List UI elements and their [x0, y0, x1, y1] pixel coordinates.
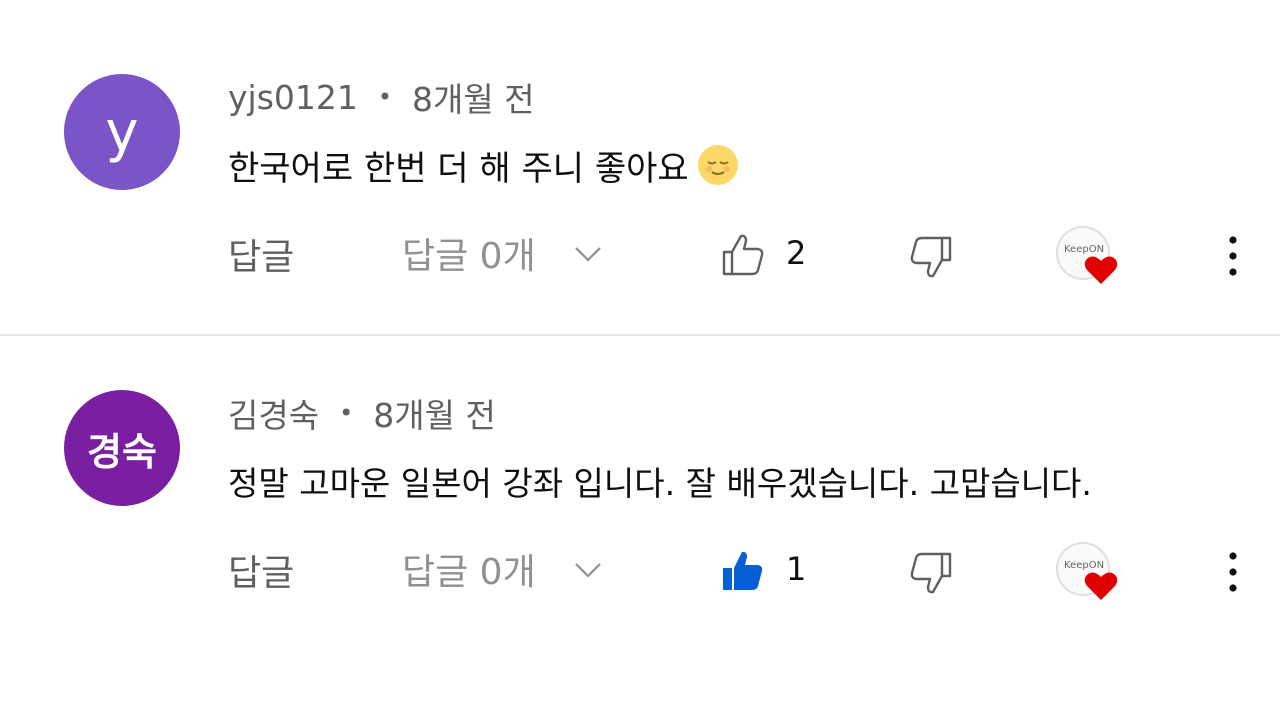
- reply-button[interactable]: 답글: [228, 544, 294, 596]
- dislike-button-thumbs-down-icon[interactable]: [906, 548, 956, 598]
- chevron-down-icon: [574, 563, 601, 578]
- comment-actions: 답글 답글 0개 1 KeepON: [0, 536, 1280, 602]
- like-button-thumbs-up-filled-icon[interactable]: [718, 546, 768, 596]
- comment-text: 한국어로 한번 더 해 주니 좋아요: [228, 140, 739, 190]
- replies-toggle[interactable]: 답글 0개: [402, 220, 604, 286]
- avatar-letter: 경숙: [87, 429, 157, 474]
- separator-dot: •: [339, 399, 354, 427]
- creator-heart-badge: KeepON: [1056, 226, 1122, 292]
- comment-body: 한국어로 한번 더 해 주니 좋아요: [228, 148, 689, 189]
- comment-header: yjs0121 • 8개월 전: [228, 74, 535, 120]
- more-options-icon[interactable]: [1218, 234, 1248, 278]
- author-name[interactable]: yjs0121: [228, 78, 358, 117]
- like-count: 2: [786, 234, 807, 272]
- relieved-face-emoji-icon: [697, 145, 738, 185]
- chevron-down-icon: [574, 247, 601, 262]
- author-name[interactable]: 김경숙: [228, 389, 319, 437]
- dislike-button-thumbs-down-icon[interactable]: [906, 232, 956, 282]
- comment-item: y yjs0121 • 8개월 전 한국어로 한번 더 해 주니 좋아요 답글 …: [0, 0, 1280, 300]
- comment-body: 정말 고마운 일본어 강좌 입니다. 잘 배우겠습니다. 고맙습니다.: [228, 464, 1092, 503]
- more-options-icon[interactable]: [1218, 550, 1248, 594]
- like-count: 1: [786, 550, 807, 588]
- creator-heart-badge: KeepON: [1056, 542, 1122, 608]
- avatar[interactable]: y: [64, 74, 180, 190]
- comment-time[interactable]: 8개월 전: [373, 389, 496, 437]
- heart-icon: [1084, 572, 1118, 600]
- separator-dot: •: [377, 83, 393, 111]
- comment-header: 김경숙 • 8개월 전: [228, 390, 496, 436]
- comment-actions: 답글 답글 0개 2 KeepON: [0, 220, 1280, 286]
- comment-text: 정말 고마운 일본어 강좌 입니다. 잘 배우겠습니다. 고맙습니다.: [228, 456, 1092, 506]
- replies-count-label: 답글 0개: [402, 236, 536, 277]
- avatar-letter: y: [105, 99, 139, 165]
- replies-toggle[interactable]: 답글 0개: [402, 536, 604, 602]
- comment-time[interactable]: 8개월 전: [412, 73, 535, 121]
- comment-item: 경숙 김경숙 • 8개월 전 정말 고마운 일본어 강좌 입니다. 잘 배우겠습…: [0, 316, 1280, 616]
- reply-button[interactable]: 답글: [228, 228, 294, 280]
- heart-icon: [1084, 256, 1118, 284]
- avatar[interactable]: 경숙: [64, 390, 180, 506]
- replies-count-label: 답글 0개: [402, 552, 536, 593]
- like-button-thumbs-up-icon[interactable]: [718, 230, 768, 280]
